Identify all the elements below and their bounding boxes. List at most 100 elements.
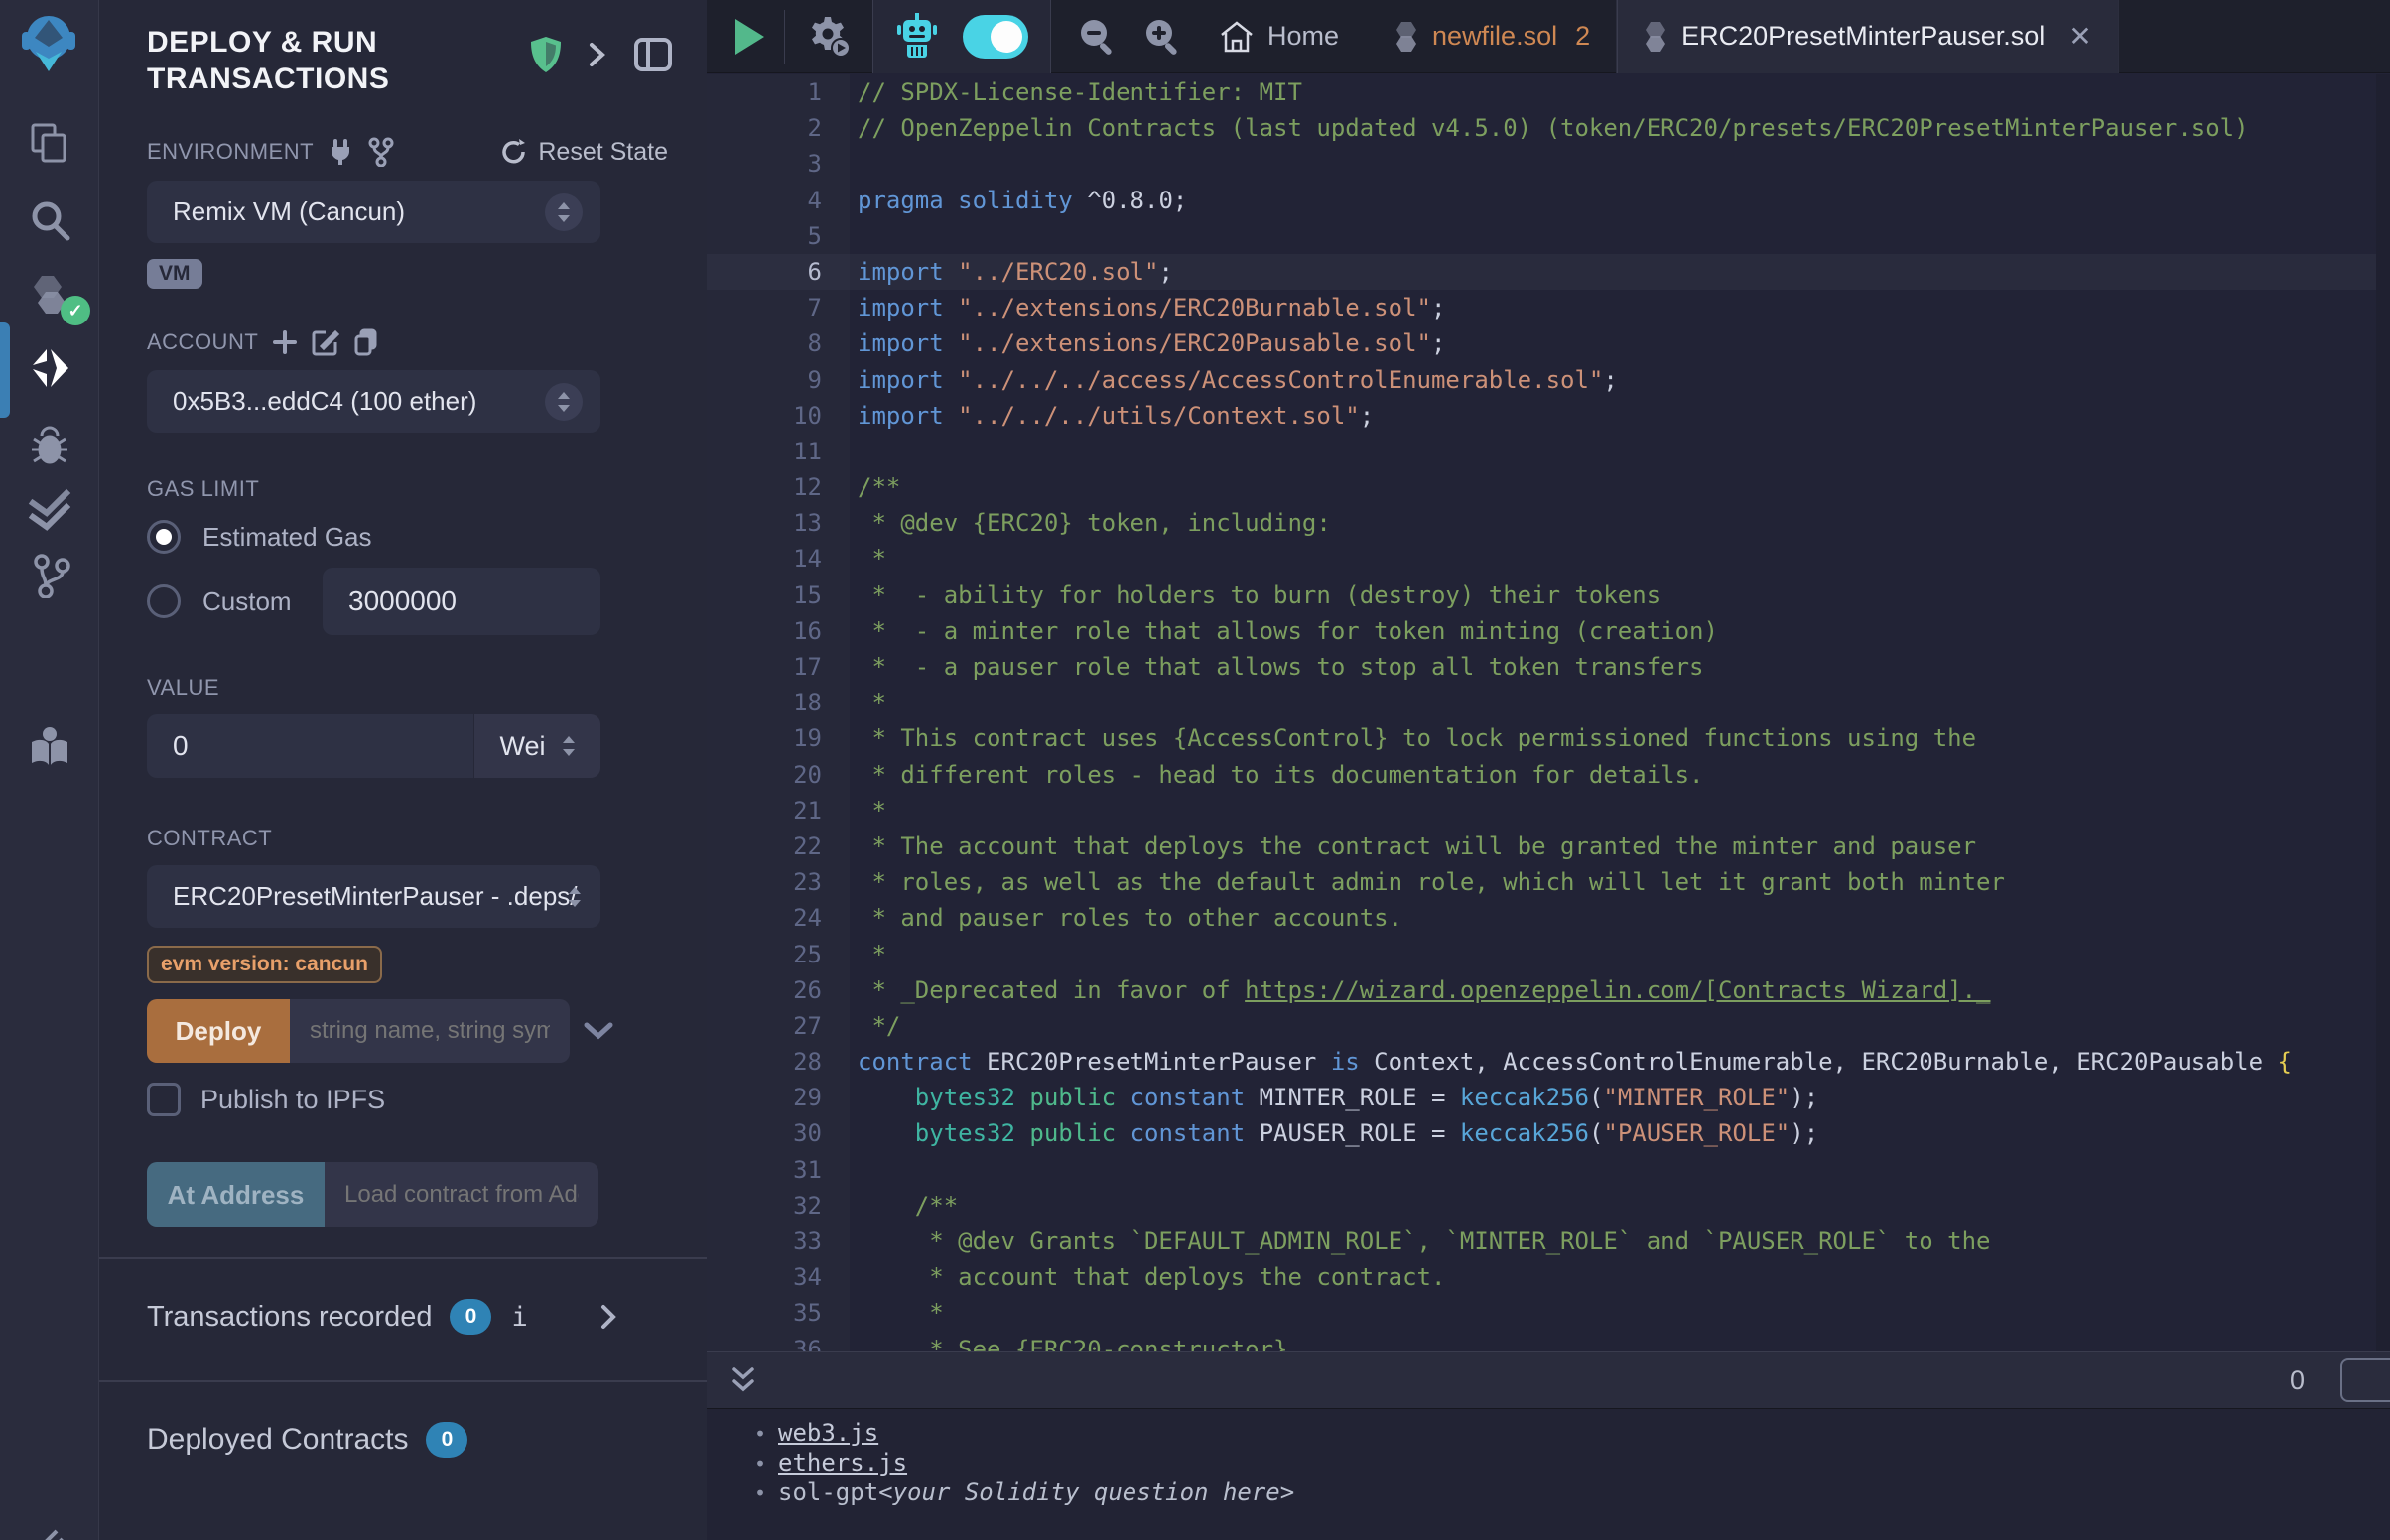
at-address-input[interactable] [325, 1162, 598, 1227]
value-input[interactable] [147, 714, 473, 778]
code-line[interactable]: 14 * [707, 541, 2390, 577]
learneth-icon[interactable] [0, 716, 99, 780]
estimated-gas-radio[interactable]: Estimated Gas [147, 520, 707, 554]
code-line[interactable]: 16 * - a minter role that allows for tok… [707, 613, 2390, 649]
code-line[interactable]: 21 * [707, 793, 2390, 829]
run-script-play-icon[interactable] [732, 17, 766, 57]
copy-account-icon[interactable] [353, 328, 379, 356]
code-line[interactable]: 2// OpenZeppelin Contracts (last updated… [707, 110, 2390, 146]
edit-account-icon[interactable] [312, 328, 339, 356]
search-icon[interactable] [0, 189, 99, 252]
code-line[interactable]: 4pragma solidity ^0.8.0; [707, 183, 2390, 218]
close-tab-icon[interactable]: ✕ [2068, 20, 2091, 53]
code-line[interactable]: 27 */ [707, 1008, 2390, 1044]
code-line[interactable]: 26 * _Deprecated in favor of https://wiz… [707, 972, 2390, 1008]
code-line[interactable]: 10import "../../../utils/Context.sol"; [707, 398, 2390, 434]
git-icon[interactable] [0, 544, 99, 607]
custom-gas-radio[interactable] [147, 584, 181, 618]
code-line[interactable]: 7import "../extensions/ERC20Burnable.sol… [707, 290, 2390, 325]
reset-state-button[interactable]: Reset State [500, 138, 668, 167]
code-line[interactable]: 15 * - ability for holders to burn (dest… [707, 578, 2390, 613]
terminal-output[interactable]: •web3.js•ethers.js•sol-gpt <your Solidit… [707, 1409, 2390, 1540]
gas-limit-label: GAS LIMIT [147, 476, 707, 502]
script-config-gear-icon[interactable] [805, 15, 853, 59]
code-line[interactable]: 5 [707, 218, 2390, 254]
publish-ipfs-checkbox[interactable] [147, 1083, 181, 1116]
terminal-library-link[interactable]: •ethers.js [754, 1449, 2390, 1478]
deployed-contracts-row[interactable]: Deployed Contracts 0 [99, 1382, 707, 1458]
expand-transactions-chevron-icon[interactable] [599, 1303, 617, 1331]
file-explorer-icon[interactable] [0, 112, 99, 176]
plugin-manager-icon[interactable] [0, 1508, 99, 1540]
transactions-recorded-row[interactable]: Transactions recorded 0 i [99, 1259, 707, 1335]
terminal-solgpt-item[interactable]: •sol-gpt <your Solidity question here> [754, 1478, 2390, 1508]
deploy-run-icon[interactable] [0, 338, 99, 402]
collapse-terminal-icon[interactable] [730, 1363, 756, 1397]
code-line[interactable]: 19 * This contract uses {AccessControl} … [707, 720, 2390, 756]
code-line[interactable]: 22 * The account that deploys the contra… [707, 829, 2390, 864]
code-line[interactable]: 28contract ERC20PresetMinterPauser is Co… [707, 1044, 2390, 1080]
remix-logo-icon[interactable] [14, 8, 83, 77]
code-line[interactable]: 17 * - a pauser role that allows to stop… [707, 649, 2390, 685]
code-line[interactable]: 13 * @dev {ERC20} token, including: [707, 505, 2390, 541]
code-line[interactable]: 12/** [707, 469, 2390, 505]
code-line[interactable]: 34 * account that deploys the contract. [707, 1259, 2390, 1295]
code-line[interactable]: 6import "../ERC20.sol"; [707, 254, 2390, 290]
code-line[interactable]: 18 * [707, 685, 2390, 720]
code-line[interactable]: 9import "../../../access/AccessControlEn… [707, 362, 2390, 398]
contract-select[interactable]: ERC20PresetMinterPauser - .deps/ [147, 865, 600, 928]
panel-title: DEPLOY & RUN TRANSACTIONS [147, 24, 474, 97]
terminal-bar[interactable]: 0 [707, 1351, 2390, 1409]
environment-label: ENVIRONMENT [147, 137, 395, 167]
info-icon[interactable]: i [511, 1302, 527, 1333]
code-editor[interactable]: 1// SPDX-License-Identifier: MIT2// Open… [707, 74, 2390, 1351]
copilot-toggle[interactable] [963, 15, 1028, 59]
deploy-args-input[interactable] [290, 999, 570, 1063]
add-account-icon[interactable] [272, 329, 298, 355]
solidity-compiler-icon[interactable]: ✓ [0, 263, 99, 326]
terminal-search-box[interactable] [2340, 1358, 2390, 1402]
remix-ide-window: ✓ [0, 0, 2390, 1540]
custom-gas-input[interactable] [323, 568, 600, 635]
account-select[interactable]: 0x5B3...eddC4 (100 ether) [147, 370, 600, 433]
code-line[interactable]: 36 * See {ERC20-constructor}. [707, 1332, 2390, 1351]
code-line[interactable]: 30 bytes32 public constant PAUSER_ROLE =… [707, 1115, 2390, 1151]
tab-erc20presetminterpauser-sol[interactable]: ERC20PresetMinterPauser.sol ✕ [1617, 0, 2119, 73]
reset-icon [500, 138, 528, 166]
code-line[interactable]: 24 * and pauser roles to other accounts. [707, 900, 2390, 936]
static-analysis-icon[interactable] [0, 478, 99, 542]
fork-icon[interactable] [367, 137, 395, 167]
editor-scrollbar[interactable] [2376, 74, 2390, 1351]
code-line[interactable]: 25 * [707, 937, 2390, 972]
pin-panel-chevron-icon[interactable] [588, 39, 607, 70]
code-line[interactable]: 11 [707, 434, 2390, 469]
code-line[interactable]: 20 * different roles - head to its docum… [707, 757, 2390, 793]
code-line[interactable]: 23 * roles, as well as the default admin… [707, 864, 2390, 900]
terminal-library-link[interactable]: •web3.js [754, 1419, 2390, 1449]
code-line[interactable]: 1// SPDX-License-Identifier: MIT [707, 74, 2390, 110]
deploy-button[interactable]: Deploy [147, 999, 290, 1063]
tab-newfile-sol[interactable]: newfile.sol 2 [1369, 0, 1617, 73]
deploy-run-panel: DEPLOY & RUN TRANSACTIONS [99, 0, 707, 1540]
zoom-in-icon[interactable] [1142, 17, 1182, 57]
tab-home[interactable]: Home [1208, 21, 1369, 53]
debugger-icon[interactable] [0, 415, 99, 478]
code-line[interactable]: 35 * [707, 1295, 2390, 1331]
select-arrows-icon [545, 193, 583, 231]
code-line[interactable]: 8import "../extensions/ERC20Pausable.sol… [707, 325, 2390, 361]
value-unit-select[interactable]: Wei [473, 714, 600, 778]
plug-icon[interactable] [328, 138, 353, 166]
at-address-button[interactable]: At Address [147, 1162, 325, 1227]
environment-select[interactable]: Remix VM (Cancun) [147, 181, 600, 243]
code-line[interactable]: 29 bytes32 public constant MINTER_ROLE =… [707, 1080, 2390, 1115]
layout-panel-icon[interactable] [633, 37, 673, 72]
tab-bar: Home newfile.sol 2 [707, 0, 2390, 73]
code-line[interactable]: 32 /** [707, 1188, 2390, 1223]
code-line[interactable]: 31 [707, 1152, 2390, 1188]
remix-ai-robot-icon[interactable] [895, 13, 939, 61]
expand-deploy-chevron-icon[interactable] [584, 1021, 613, 1041]
code-line[interactable]: 3 [707, 146, 2390, 182]
solidity-file-icon [1644, 20, 1667, 54]
code-line[interactable]: 33 * @dev Grants `DEFAULT_ADMIN_ROLE`, `… [707, 1223, 2390, 1259]
zoom-out-icon[interactable] [1077, 17, 1117, 57]
